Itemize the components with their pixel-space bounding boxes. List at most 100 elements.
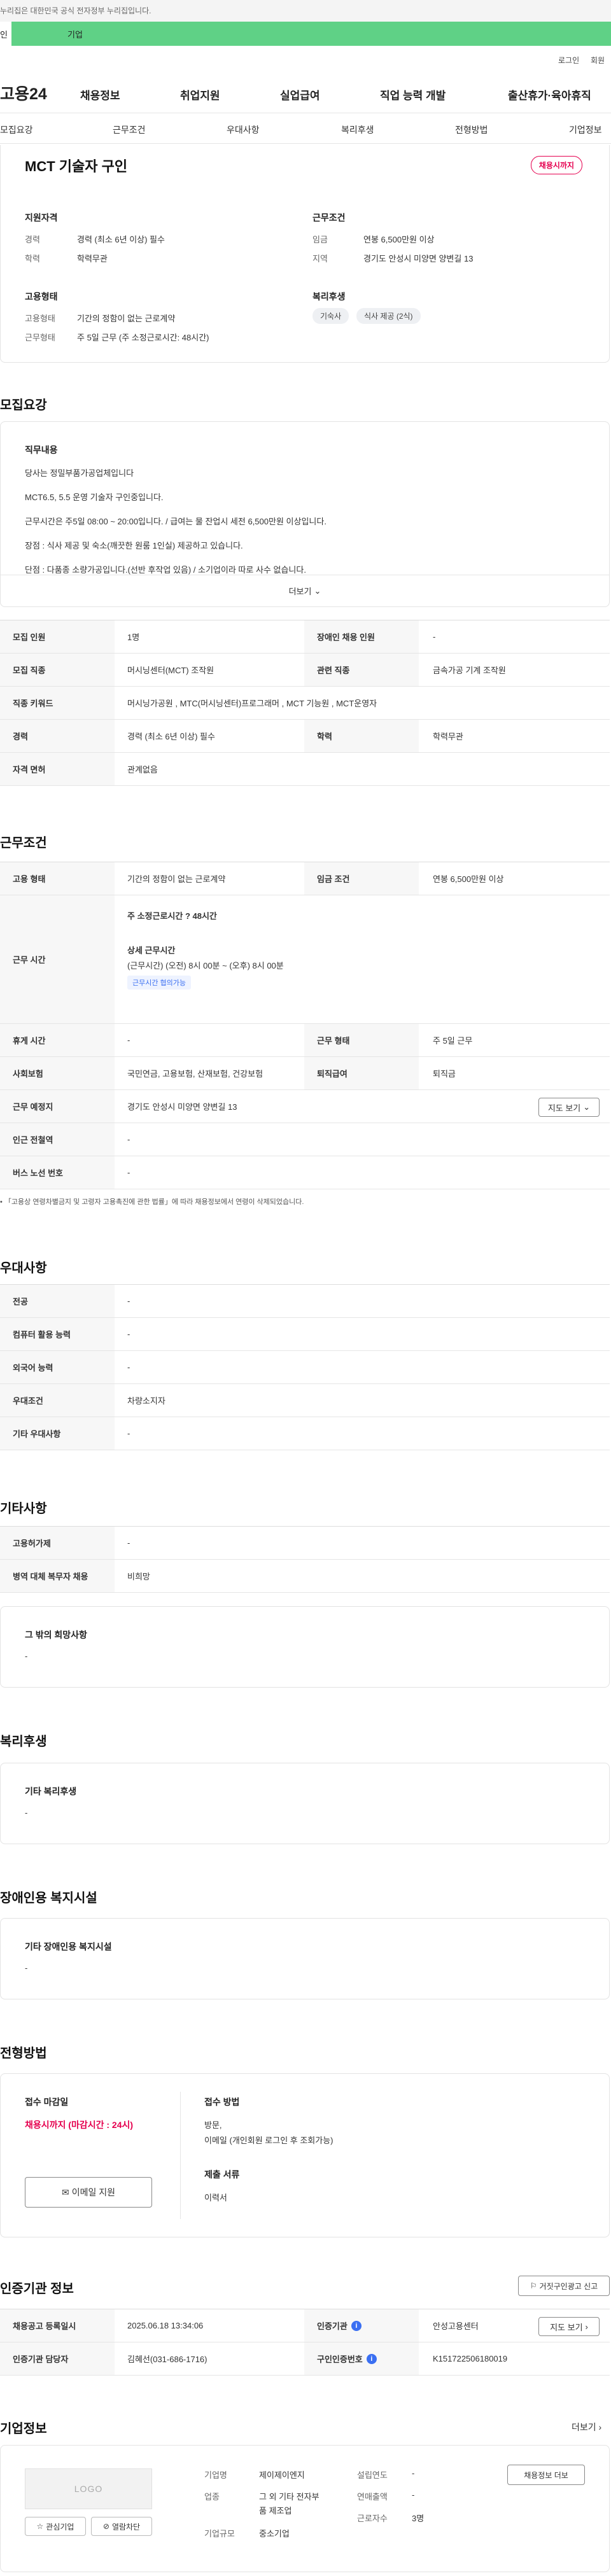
table-row: 병역 대체 복무자 채용 비희망 <box>0 1560 610 1593</box>
table-row: 외국어 능력 - <box>0 1351 610 1384</box>
welfare-tag: 기숙사 <box>313 308 349 324</box>
chevron-right-icon: › <box>598 2422 602 2432</box>
table-row: 휴게 시간 - 근무 형태 주 5일 근무 <box>0 1024 610 1057</box>
conditions-title: 근무조건 <box>313 213 346 223</box>
th-cert-no: 구인인증번호 i <box>304 2342 419 2375</box>
th-shift: 근무 형태 <box>304 1024 419 1056</box>
td-preferred-cond: 차량소지자 <box>127 1396 165 1406</box>
founded-label: 설립연도 <box>357 2470 388 2480</box>
disability-box-title: 기타 장애인용 복지시설 <box>25 1942 112 1952</box>
welfare-box-value: - <box>25 1808 28 1817</box>
table-row: 전공 - <box>0 1285 610 1318</box>
anchor-preferred[interactable]: 우대사항 <box>227 123 260 136</box>
td-career: 경력 (최소 6년 이상) 필수 <box>127 732 215 741</box>
th-reg-date: 채용공고 등록일시 <box>0 2309 115 2342</box>
anchor-company[interactable]: 기업정보 <box>569 123 602 136</box>
nav-unemployment-benefit[interactable]: 실업급여 <box>280 87 320 102</box>
anchor-work[interactable]: 근무조건 <box>113 123 146 136</box>
emp-type-value: 기간의 정함이 없는 근로계약 <box>77 314 176 323</box>
place-map-button[interactable]: 지도 보기 ⌄ <box>538 1098 600 1117</box>
nav-parental-leave[interactable]: 출산휴가·육아휴직 <box>508 87 591 102</box>
tab-individual[interactable]: 인 <box>0 22 11 46</box>
industry-value-2: 품 제조업 <box>259 2506 292 2516</box>
founded-value: - <box>412 2468 415 2478</box>
utility-bar: 로그인 회원 <box>0 46 611 70</box>
join-link[interactable]: 회원 <box>591 55 605 66</box>
interest-company-button[interactable]: ☆ 관심기업 <box>25 2517 86 2536</box>
preferred-section-title: 우대사항 <box>0 1261 47 1275</box>
chevron-down-icon: ⌄ <box>314 585 321 596</box>
td-bus: - <box>127 1168 130 1177</box>
industry-value-1: 그 외 기타 전자부 <box>259 2492 320 2502</box>
company-logo: LOGO <box>25 2468 152 2509</box>
info-icon[interactable]: i <box>351 2320 362 2331</box>
other-wishes-card: 그 밖의 희망사항 - <box>0 1606 610 1688</box>
agency-section-title: 인증기관 정보 <box>0 2282 74 2296</box>
anchor-selection[interactable]: 전형방법 <box>455 123 488 136</box>
qualification-title: 지원자격 <box>25 213 58 223</box>
th-major: 전공 <box>0 1285 115 1317</box>
preferred-table: 전공 - 컴퓨터 활용 능력 - 외국어 능력 - 우대조건 차량소지자 기타 … <box>0 1284 610 1450</box>
report-icon: ⚐ <box>530 2281 537 2290</box>
education-label: 학력 <box>25 254 40 263</box>
method-title: 접수 방법 <box>204 2097 240 2107</box>
th-subway: 인근 전철역 <box>0 1123 115 1156</box>
job-desc-line: 근무시간은 주5일 08:00 ~ 20:00입니다. / 급여는 물 잔업시 … <box>25 517 327 526</box>
th-related: 관련 직종 <box>304 654 419 686</box>
job-desc-line: 단점 : 다품종 소량가공입니다.(선반 후작업 있음) / 소기업이라 따로 … <box>25 565 306 575</box>
docs-value: 이력서 <box>204 2193 227 2202</box>
more-label: 더보기 <box>288 587 312 596</box>
td-cert-no: K151722506180019 <box>433 2354 508 2363</box>
agency-label: 인증기관 <box>317 2321 348 2331</box>
map-button-label: 지도 보기 <box>550 2322 583 2332</box>
site-logo[interactable]: 고용24 <box>0 81 47 104</box>
th-military: 병역 대체 복무자 채용 <box>0 1560 115 1592</box>
th-headcount: 모집 인원 <box>0 620 115 653</box>
company-jobs-button[interactable]: 채용정보 더보 <box>507 2465 585 2485</box>
th-break: 휴게 시간 <box>0 1024 115 1056</box>
selection-card: 접수 마감일 채용시까지 (마감시간 : 24시) ✉ 이메일 지원 접수 방법… <box>0 2073 610 2237</box>
agency-map-button[interactable]: 지도 보기 › <box>538 2317 600 2336</box>
table-row: 인근 전철역 - <box>0 1123 610 1156</box>
email-apply-button[interactable]: ✉ 이메일 지원 <box>25 2177 152 2208</box>
selection-section-title: 전형방법 <box>0 2047 47 2061</box>
work-section-title: 근무조건 <box>0 836 47 850</box>
anchor-recruit[interactable]: 모집요강 <box>0 123 33 136</box>
nav-vocational-training[interactable]: 직업 능력 개발 <box>380 87 446 102</box>
tab-business[interactable]: 기업 <box>11 22 611 46</box>
gov-notice-text: 누리집은 대한민국 공식 전자정부 누리집입니다. <box>0 6 151 15</box>
company-section-title: 기업정보 <box>0 2422 47 2436</box>
td-agency: 안성고용센터 <box>433 2321 479 2331</box>
agency-table: 채용공고 등록일시 2025.06.18 13:34:06 인증기관 i 안성고… <box>0 2309 610 2376</box>
table-row: 인증기관 담당자 김혜선(031-686-1716) 구인인증번호 i K151… <box>0 2342 610 2376</box>
job-desc-more-button[interactable]: 더보기 ⌄ <box>1 575 609 606</box>
td-other-preferred: - <box>127 1429 130 1438</box>
td-military: 비희망 <box>127 1572 150 1581</box>
block-view-button[interactable]: ⊘ 열람차단 <box>91 2517 152 2536</box>
revenue-value: - <box>412 2490 415 2500</box>
emp-type-label: 고용형태 <box>25 314 55 323</box>
job-description-card: 직무내용 당사는 정밀부품가공업체입니다 MCT6.5, 5.5 운영 기술자 … <box>0 421 610 607</box>
email-apply-label: 이메일 지원 <box>71 2187 116 2197</box>
th-license: 자격 면허 <box>0 753 115 785</box>
company-more-link[interactable]: 더보기 › <box>572 2421 601 2433</box>
weekly-hours: 주 소정근로시간 ? 48시간 <box>127 911 217 921</box>
cert-no-label: 구인인증번호 <box>317 2355 363 2364</box>
employment-title: 고용형태 <box>25 291 58 302</box>
info-icon[interactable]: i <box>366 2353 377 2364</box>
table-row: 고용 형태 기간의 정함이 없는 근로계약 임금 조건 연봉 6,500만원 이… <box>0 862 610 895</box>
nav-jobs[interactable]: 채용정보 <box>80 87 120 102</box>
anchor-welfare[interactable]: 복리후생 <box>341 123 374 136</box>
table-row: 모집 인원 1명 장애인 채용 인원 - <box>0 620 610 654</box>
td-insurance: 국민연금, 고용보험, 산재보험, 건강보험 <box>127 1069 263 1079</box>
th-bus: 버스 노선 번호 <box>0 1156 115 1189</box>
company-card: LOGO ☆ 관심기업 ⊘ 열람차단 기업명 제이제이엔지 업종 그 외 기타 … <box>0 2445 610 2572</box>
nav-employment-support[interactable]: 취업지원 <box>180 87 220 102</box>
th-insurance: 사회보험 <box>0 1057 115 1089</box>
th-edu: 학력 <box>304 720 419 752</box>
education-value: 학력무관 <box>77 254 108 263</box>
td-manager: 김혜선(031-686-1716) <box>127 2355 207 2364</box>
report-fake-ad-button[interactable]: ⚐ 거짓구인광고 신고 <box>518 2276 610 2296</box>
block-label: 열람차단 <box>111 2522 141 2531</box>
login-link[interactable]: 로그인 <box>558 55 579 66</box>
